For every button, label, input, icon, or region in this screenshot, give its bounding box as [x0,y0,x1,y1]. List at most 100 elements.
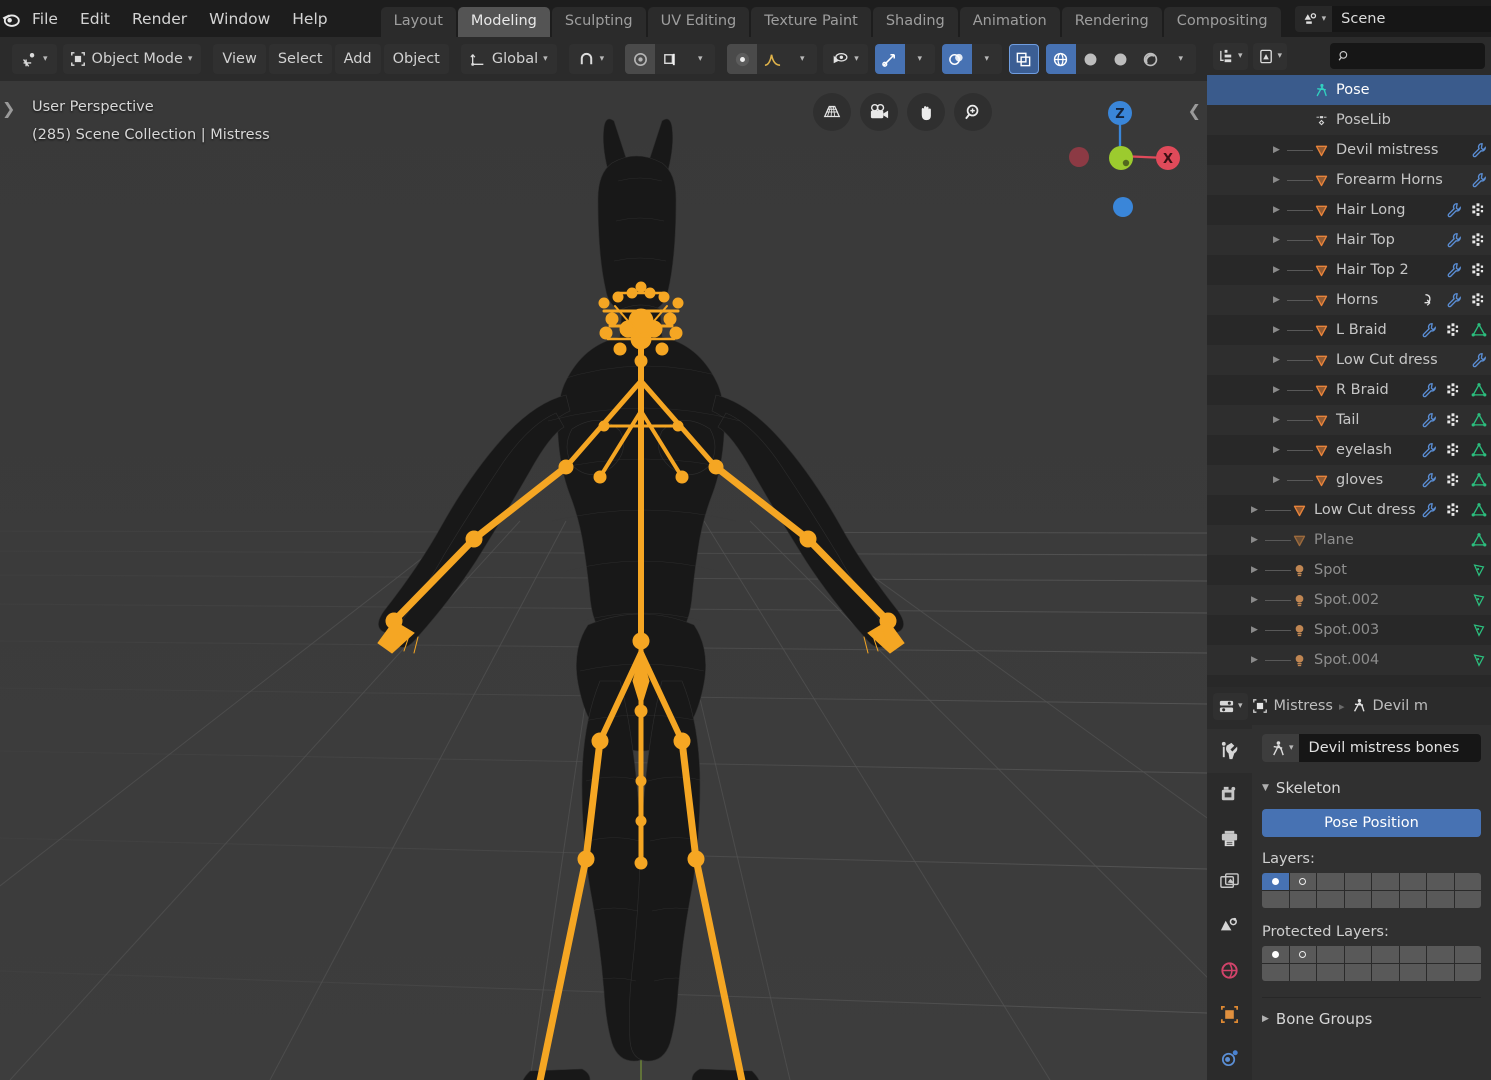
breadcrumb-item[interactable]: Mistress [1252,698,1333,714]
menu-render[interactable]: Render [121,6,198,32]
vertex-group-icon[interactable] [1446,502,1462,518]
protected-layer-cell[interactable] [1372,946,1399,963]
vertex-group-icon[interactable] [1471,292,1487,308]
modifier-icon[interactable] [1421,382,1437,398]
snap-magnet-icon[interactable]: ▾ [568,44,614,74]
outliner-row[interactable]: ▶ Low Cut dress [1207,495,1491,525]
workspace-tab-animation[interactable]: Animation [959,7,1060,37]
vertex-group-icon[interactable] [1446,322,1462,338]
skeleton-panel-header[interactable]: ▼ Skeleton [1262,775,1481,801]
protected-layer-cell[interactable] [1262,964,1289,981]
outliner-row[interactable]: ▶ Low Cut dress [1207,345,1491,375]
outliner-row[interactable]: ▶ Horns [1207,285,1491,315]
vertex-group-icon[interactable] [1446,412,1462,428]
mesh-triangle-icon[interactable] [1471,412,1487,428]
mesh-triangle-icon[interactable] [1471,442,1487,458]
mesh-triangle-icon[interactable] [1471,502,1487,518]
light-data-icon[interactable] [1471,562,1487,578]
expand-triangle-icon[interactable]: ▶ [1251,565,1265,575]
outliner-row[interactable]: ▶ gloves [1207,465,1491,495]
modifier-icon[interactable] [1421,472,1437,488]
bone-layer-cell[interactable] [1454,891,1481,908]
pivot-point-icon[interactable] [727,44,758,74]
gizmo-icon[interactable] [874,44,905,74]
world-globe-icon[interactable] [1207,948,1252,992]
outliner-row[interactable]: ▶ Spot.004 [1207,645,1491,675]
workspace-tab-rendering[interactable]: Rendering [1061,7,1162,37]
bone-layer-cell[interactable] [1262,873,1289,890]
workspace-tab-layout[interactable]: Layout [380,7,456,37]
expand-triangle-icon[interactable]: ▶ [1273,265,1287,275]
workspace-tab-compositing[interactable]: Compositing [1163,7,1281,37]
pose-position-button[interactable]: Pose Position [1262,809,1481,837]
expand-triangle-icon[interactable]: ▶ [1273,325,1287,335]
protected-layer-cell[interactable] [1454,964,1481,981]
outliner-row[interactable]: ▶ Spot.003 [1207,615,1491,645]
editor-type-3dview-icon[interactable]: ▾ [12,44,57,74]
tool-icon[interactable] [1207,729,1252,773]
blender-logo-icon[interactable] [0,0,21,37]
modifier-icon[interactable] [1421,412,1437,428]
outliner-filter-icon[interactable]: ▾ [1252,42,1288,70]
modifier-icon[interactable] [1421,322,1437,338]
eye-select-icon[interactable]: ▾ [823,44,868,74]
printer-icon[interactable] [1207,817,1252,861]
outliner-search-input[interactable] [1330,43,1485,69]
protected-layer-cell[interactable] [1289,964,1316,981]
modifier-icon[interactable] [1446,202,1462,218]
scene-cone-icon[interactable] [1207,905,1252,949]
expand-triangle-icon[interactable]: ▶ [1273,205,1287,215]
xray-icon[interactable] [1008,44,1039,74]
outliner-row[interactable]: ▶ Spot.002 [1207,585,1491,615]
mesh-triangle-icon[interactable] [1471,382,1487,398]
object-square-icon[interactable] [1207,992,1252,1036]
bone-layer-cell[interactable] [1399,873,1426,890]
shading-material-icon[interactable] [1105,44,1136,74]
properties-breadcrumb[interactable]: Mistress ▸ Devil m [1252,698,1428,714]
protected-layer-cell[interactable] [1427,946,1454,963]
expand-triangle-icon[interactable]: ▶ [1251,595,1265,605]
protected-layer-cell[interactable] [1399,964,1426,981]
bone-layer-cell[interactable] [1372,873,1399,890]
outliner-row[interactable]: ▶ Spot [1207,555,1491,585]
outliner-row[interactable]: ▶ Hair Top 2 [1207,255,1491,285]
armature-name-field[interactable]: Devil mistress bones [1298,734,1481,762]
transform-orientation-dropdown[interactable]: Global ▾ [460,44,557,74]
scene-browse-icon[interactable]: ▾ [1294,5,1333,32]
protected-layer-cell[interactable] [1344,946,1371,963]
protected-layer-cell[interactable] [1372,964,1399,981]
mesh-triangle-icon[interactable] [1471,532,1487,548]
bone-layer-cell[interactable] [1317,891,1344,908]
expand-triangle-icon[interactable]: ▶ [1251,625,1265,635]
sidebar-expand-arrow-icon[interactable]: ❮ [1188,101,1201,120]
modifier-icon[interactable] [1471,142,1487,158]
expand-triangle-icon[interactable]: ▶ [1251,535,1265,545]
workspace-tab-shading[interactable]: Shading [872,7,958,37]
proportional-edit-icon[interactable] [625,44,656,74]
protected-layer-cell[interactable] [1262,946,1289,963]
menu-window[interactable]: Window [198,6,281,32]
workspace-tab-sculpting[interactable]: Sculpting [551,7,646,37]
camera-icon[interactable] [860,93,898,131]
light-data-icon[interactable] [1471,622,1487,638]
modifier-icon[interactable] [1471,352,1487,368]
light-data-icon[interactable] [1471,592,1487,608]
modifier-icon[interactable] [1446,292,1462,308]
bone-layer-cell[interactable] [1289,873,1316,890]
properties-editor-icon[interactable]: ▾ [1213,692,1248,720]
vertex-group-icon[interactable] [1471,262,1487,278]
expand-triangle-icon[interactable]: ▶ [1251,655,1265,665]
viewport-menu-object[interactable]: Object [383,44,449,74]
object-mode-dropdown[interactable]: Object Mode ▾ [62,44,202,74]
viewport-menu-view[interactable]: View [213,44,266,74]
chevron-down-icon[interactable]: ▾ [1165,44,1196,74]
modifier-icon[interactable] [1421,442,1437,458]
outliner-row[interactable]: ▶ Hair Long [1207,195,1491,225]
bone-layer-cell[interactable] [1399,891,1426,908]
expand-triangle-icon[interactable]: ▶ [1273,235,1287,245]
vertex-group-icon[interactable] [1446,472,1462,488]
protected-layers-grid[interactable] [1262,946,1481,981]
workspace-tab-uv-editing[interactable]: UV Editing [647,7,750,37]
outliner-row[interactable]: ▶ Tail [1207,405,1491,435]
chevron-down-icon[interactable]: ▾ [904,44,935,74]
